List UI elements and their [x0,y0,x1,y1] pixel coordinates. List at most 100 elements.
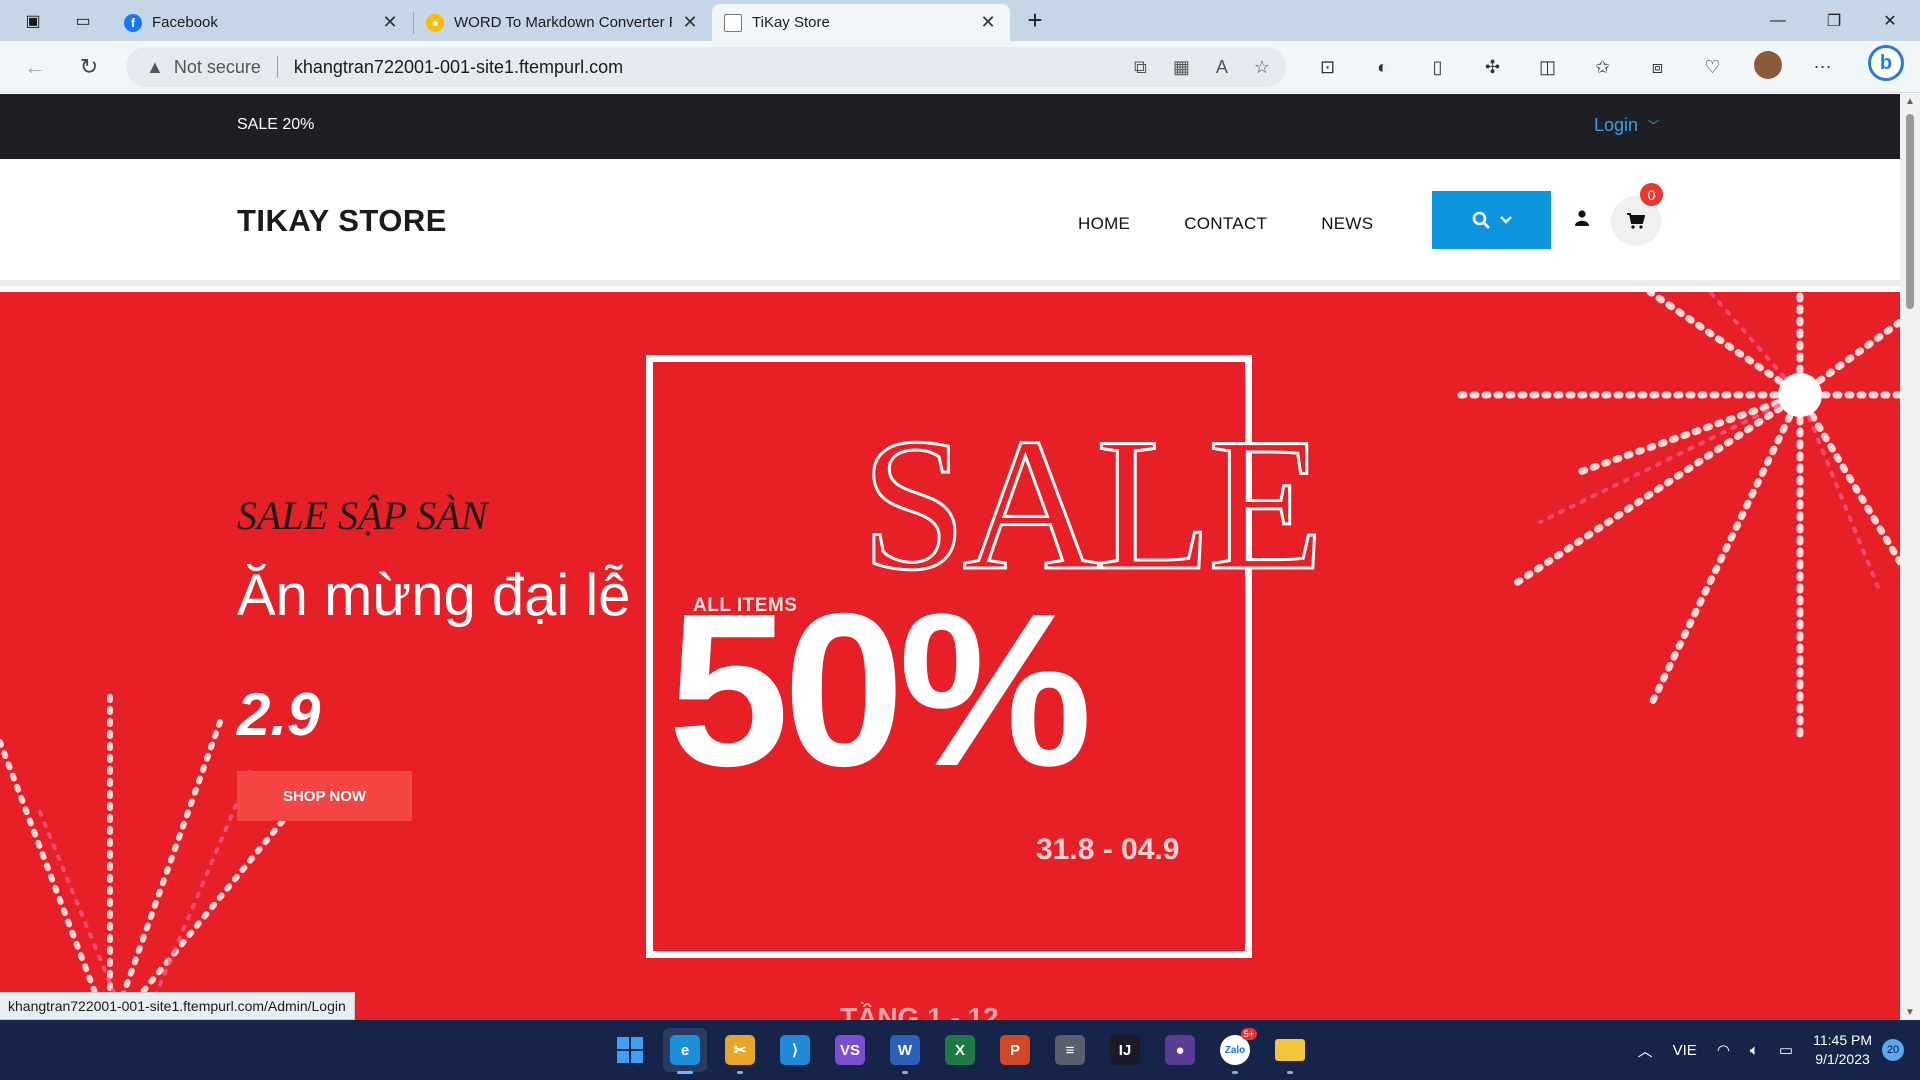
windows-taskbar: e ✂ ⟩ VS W X P ≡ IJ ● Zalo 5+ ︿ VIE ◠ 🔈︎ ▭ 11:45 PM… [0,1020,1920,1080]
tab-word-to-markdown[interactable]: ● WORD To Markdown Converter F ✕ [414,4,712,41]
excel-icon: X [945,1035,975,1065]
extension-icon[interactable]: ◐ [1355,57,1410,78]
sale-period: 31.8 - 04.9 [1036,833,1180,866]
security-label[interactable]: Not secure [174,57,261,78]
visual-studio-icon: VS [835,1035,865,1065]
close-icon[interactable]: ✕ [680,12,700,33]
extensions-icon[interactable]: ✣ [1465,57,1520,78]
running-indicator [737,1071,743,1074]
qr-code-icon[interactable]: ▦ [1173,57,1190,78]
taskbar-app-database[interactable]: ≡ [1048,1028,1092,1072]
profile-avatar[interactable] [1740,50,1795,84]
battery-icon[interactable]: ▭ [1779,1041,1793,1059]
user-account-button[interactable] [1570,206,1594,230]
hero-title: Ăn mừng đại lễ [237,563,631,628]
powerpoint-icon: P [1000,1035,1030,1065]
back-button[interactable]: ← [20,52,50,82]
close-window-button[interactable]: ✕ [1862,0,1918,41]
taskbar-app-file-explorer[interactable] [1268,1028,1312,1074]
new-tab-button[interactable]: + [1020,6,1050,36]
taskbar-apps: e ✂ ⟩ VS W X P ≡ IJ ● Zalo 5+ [608,1028,1312,1074]
taskbar-app-zalo[interactable]: Zalo 5+ [1213,1028,1257,1074]
tab-title: TiKay Store [752,14,830,31]
menu-news[interactable]: NEWS [1321,214,1373,234]
browser-toolbar: ← ↻ ▲ Not secure khangtran722001-001-sit… [0,41,1920,93]
wifi-icon[interactable]: ◠ [1717,1041,1730,1059]
address-bar[interactable]: ▲ Not secure khangtran722001-001-site1.f… [126,47,1286,87]
split-screen-icon[interactable]: ◫ [1520,57,1575,78]
tab-tikay-store[interactable]: TiKay Store ✕ [712,4,1010,41]
promo-text: SALE 20% [237,116,315,133]
read-aloud-icon[interactable]: A [1216,57,1228,78]
notes-icon[interactable]: ▯ [1410,57,1465,78]
page-scrollbar[interactable]: ▲ ▼ [1900,94,1920,1020]
bing-chat-icon[interactable]: b [1868,45,1904,81]
favorite-star-icon[interactable]: ☆ [1254,57,1270,78]
more-options-icon[interactable]: ⋯ [1795,57,1850,78]
hero-banner: SALE ALL ITEMS 50% 31.8 - 04.9 TẦNG 1 - … [0,292,1900,1020]
system-tray: ︿ VIE ◠ 🔈︎ ▭ 11:45 PM 9/1/2023 20 [1628,1020,1920,1080]
taskbar-app-word[interactable]: W [883,1028,927,1074]
hero-subtitle: SALE SẬP SÀN [237,493,488,538]
snipping-icon: ✂ [725,1035,755,1065]
taskbar-app-excel[interactable]: X [938,1028,982,1072]
notification-badge[interactable]: 20 [1882,1039,1904,1061]
clock-date[interactable]: 9/1/2023 [1813,1050,1872,1069]
menu-contact[interactable]: CONTACT [1184,214,1267,234]
scroll-up-icon[interactable]: ▲ [1905,96,1915,107]
taskbar-app-vscode[interactable]: ⟩ [773,1028,817,1072]
running-indicator [902,1071,908,1074]
favorites-icon[interactable]: ✩ [1575,57,1630,78]
floor-text: TẦNG 1 - 12 [840,1002,999,1020]
tab-title: WORD To Markdown Converter F [454,14,672,31]
workspaces-icon[interactable]: ▣ [20,8,46,34]
browser-essentials-icon[interactable]: ♡ [1685,57,1740,78]
minimize-button[interactable]: — [1750,0,1806,41]
main-menu: HOME CONTACT NEWS [1078,214,1373,234]
chevron-down-icon [1499,216,1512,224]
chevron-up-icon[interactable]: ︿ [1638,1040,1653,1061]
clock[interactable]: 11:45 PM 9/1/2023 [1813,1031,1872,1069]
tab-actions-icon[interactable]: ▭ [70,8,96,34]
close-icon[interactable]: ✕ [380,12,400,33]
login-label[interactable]: Login [1594,115,1638,135]
scrollbar-thumb[interactable] [1906,114,1914,309]
link-status-bar: khangtran722001-001-site1.ftempurl.com/A… [0,992,355,1020]
running-indicator [1232,1071,1238,1074]
taskbar-app-powerpoint[interactable]: P [993,1028,1037,1072]
login-dropdown[interactable]: Login ﹀ [1594,115,1659,136]
chevron-down-icon: ﹀ [1648,120,1660,132]
taskbar-app-start[interactable] [608,1028,652,1072]
site-logo[interactable]: TIKAY STORE [237,203,447,239]
clock-time[interactable]: 11:45 PM [1813,1031,1872,1050]
scroll-down-icon[interactable]: ▼ [1905,1007,1915,1018]
close-icon[interactable]: ✕ [978,12,998,33]
google-icon: ● [426,13,444,32]
taskbar-app-edge[interactable]: e [663,1028,707,1074]
tab-facebook[interactable]: f Facebook ✕ [112,4,412,41]
taskbar-app-intellij[interactable]: IJ [1103,1028,1147,1072]
running-indicator [1287,1071,1293,1074]
promo-topbar: SALE 20% Login ﹀ [0,94,1900,159]
hero-date: 2.9 [237,681,321,748]
shop-now-button[interactable]: SHOP NOW [237,771,412,821]
language-indicator[interactable]: VIE [1673,1042,1697,1059]
menu-home[interactable]: HOME [1078,214,1130,234]
intellij-icon: IJ [1110,1035,1140,1065]
vscode-icon: ⟩ [780,1035,810,1065]
app-badge: 5+ [1240,1028,1257,1040]
collections-icon[interactable]: ⧈ [1630,57,1685,78]
warning-icon[interactable]: ▲ [146,57,164,78]
url-text[interactable]: khangtran722001-001-site1.ftempurl.com [294,57,623,78]
restore-button[interactable]: ❐ [1806,0,1862,41]
volume-icon[interactable]: 🔈︎ [1750,1042,1759,1059]
app-available-icon[interactable]: ⧉ [1134,57,1147,78]
refresh-button[interactable]: ↻ [74,52,104,82]
site-header: TIKAY STORE HOME CONTACT NEWS 0 [0,159,1900,286]
taskbar-app-snipping[interactable]: ✂ [718,1028,762,1074]
screen-capture-icon[interactable]: ⊡ [1300,57,1355,78]
taskbar-app-visual-studio[interactable]: VS [828,1028,872,1072]
taskbar-app-github[interactable]: ● [1158,1028,1202,1072]
search-icon [1472,211,1489,229]
search-button[interactable] [1432,191,1551,249]
